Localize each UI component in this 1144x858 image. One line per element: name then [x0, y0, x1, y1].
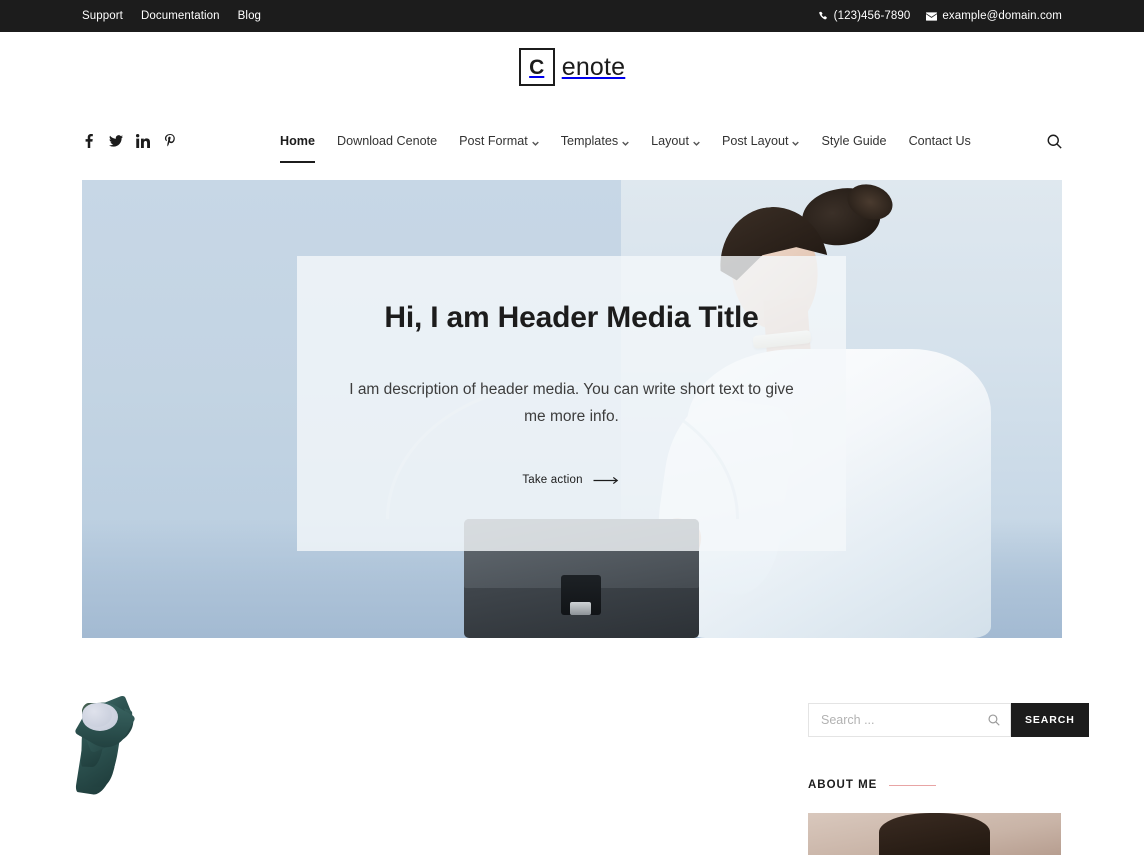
menu-item-templates-label: Templates [560, 133, 619, 148]
social-links [82, 134, 177, 148]
topbar-link-support[interactable]: Support [82, 10, 123, 22]
topbar-links: Support Documentation Blog [82, 10, 261, 22]
menu-item-style-guide[interactable]: Style Guide [810, 135, 897, 148]
top-bar: Support Documentation Blog (123)456-7890… [0, 0, 1144, 32]
pinterest-icon [164, 134, 175, 147]
logo-mark: C [518, 48, 555, 86]
header-media-overlay: Hi, I am Header Media Title I am descrip… [297, 256, 846, 551]
menu-item-style-guide-label: Style Guide [821, 133, 887, 148]
header-media-description: I am description of header media. You ca… [349, 381, 794, 426]
widget-title-about-me: ABOUT ME [808, 779, 1061, 791]
search-widget: SEARCH [808, 703, 1089, 737]
header-media-cta-label: Take action [522, 474, 583, 487]
menu-item-home-label: Home [280, 133, 315, 148]
phone-icon [818, 11, 827, 19]
search-icon [988, 714, 1000, 726]
chevron-down-icon [531, 137, 539, 146]
about-me-portrait-hair [878, 813, 991, 855]
topbar-contact: (123)456-7890 example@domain.com [818, 10, 1062, 22]
menu-item-post-format[interactable]: Post Format [448, 135, 550, 148]
search-input[interactable] [809, 704, 1010, 736]
handbag-buckle [570, 602, 592, 616]
widget-title-text: ABOUT ME [808, 779, 878, 791]
linkedin-icon [136, 134, 150, 148]
search-icon [1047, 134, 1062, 149]
header-media-cta-button[interactable]: Take action [522, 474, 620, 486]
menu-item-post-format-label: Post Format [459, 133, 528, 148]
twitter-link[interactable] [109, 134, 123, 148]
linkedin-link[interactable] [136, 134, 150, 148]
site-logo[interactable]: C enote [518, 48, 626, 86]
topbar-link-blog[interactable]: Blog [238, 10, 261, 22]
menu-item-layout-label: Layout [651, 133, 689, 148]
facebook-link[interactable] [82, 134, 96, 148]
menu-item-home[interactable]: Home [269, 133, 326, 163]
topbar-link-documentation[interactable]: Documentation [141, 10, 220, 22]
facebook-icon [85, 134, 93, 148]
search-field-wrapper [808, 703, 1011, 737]
primary-menu: Home Download Cenote Post Format Templat… [269, 133, 982, 163]
topbar-phone[interactable]: (123)456-7890 [818, 10, 911, 22]
menu-item-post-layout[interactable]: Post Layout [711, 135, 811, 148]
chevron-down-icon [792, 137, 800, 146]
header-media: Hi, I am Header Media Title I am descrip… [82, 180, 1062, 638]
content-area: SEARCH ABOUT ME [0, 638, 1144, 855]
pinterest-link[interactable] [163, 134, 177, 148]
chevron-down-icon [622, 137, 629, 146]
chevron-down-icon [693, 137, 700, 146]
topbar-email-text: example@domain.com [942, 10, 1062, 22]
twitter-icon [109, 135, 123, 147]
menu-item-contact-us[interactable]: Contact Us [898, 135, 982, 148]
menu-item-post-layout-label: Post Layout [721, 133, 789, 148]
about-me-image [808, 813, 1061, 855]
post-list [74, 694, 723, 855]
topbar-phone-text: (123)456-7890 [833, 10, 911, 22]
arrow-right-icon [593, 476, 621, 485]
topbar-email[interactable]: example@domain.com [926, 10, 1062, 22]
menu-item-layout[interactable]: Layout [640, 135, 711, 148]
logo-text: enote [561, 52, 626, 81]
menu-item-templates[interactable]: Templates [550, 135, 640, 148]
search-submit-button[interactable]: SEARCH [1011, 703, 1089, 737]
menu-item-download-cenote-label: Download Cenote [337, 133, 438, 148]
header-media-title: Hi, I am Header Media Title [384, 301, 759, 334]
main-navigation-bar: Home Download Cenote Post Format Templat… [0, 102, 1144, 180]
site-branding: C enote [0, 32, 1144, 102]
widget-title-accent-line [889, 784, 937, 786]
envelope-icon [926, 11, 938, 21]
sidebar: SEARCH ABOUT ME [808, 703, 1089, 855]
menu-item-download-cenote[interactable]: Download Cenote [326, 135, 448, 148]
header-search-toggle[interactable] [1047, 134, 1062, 149]
menu-item-contact-us-label: Contact Us [908, 133, 971, 148]
